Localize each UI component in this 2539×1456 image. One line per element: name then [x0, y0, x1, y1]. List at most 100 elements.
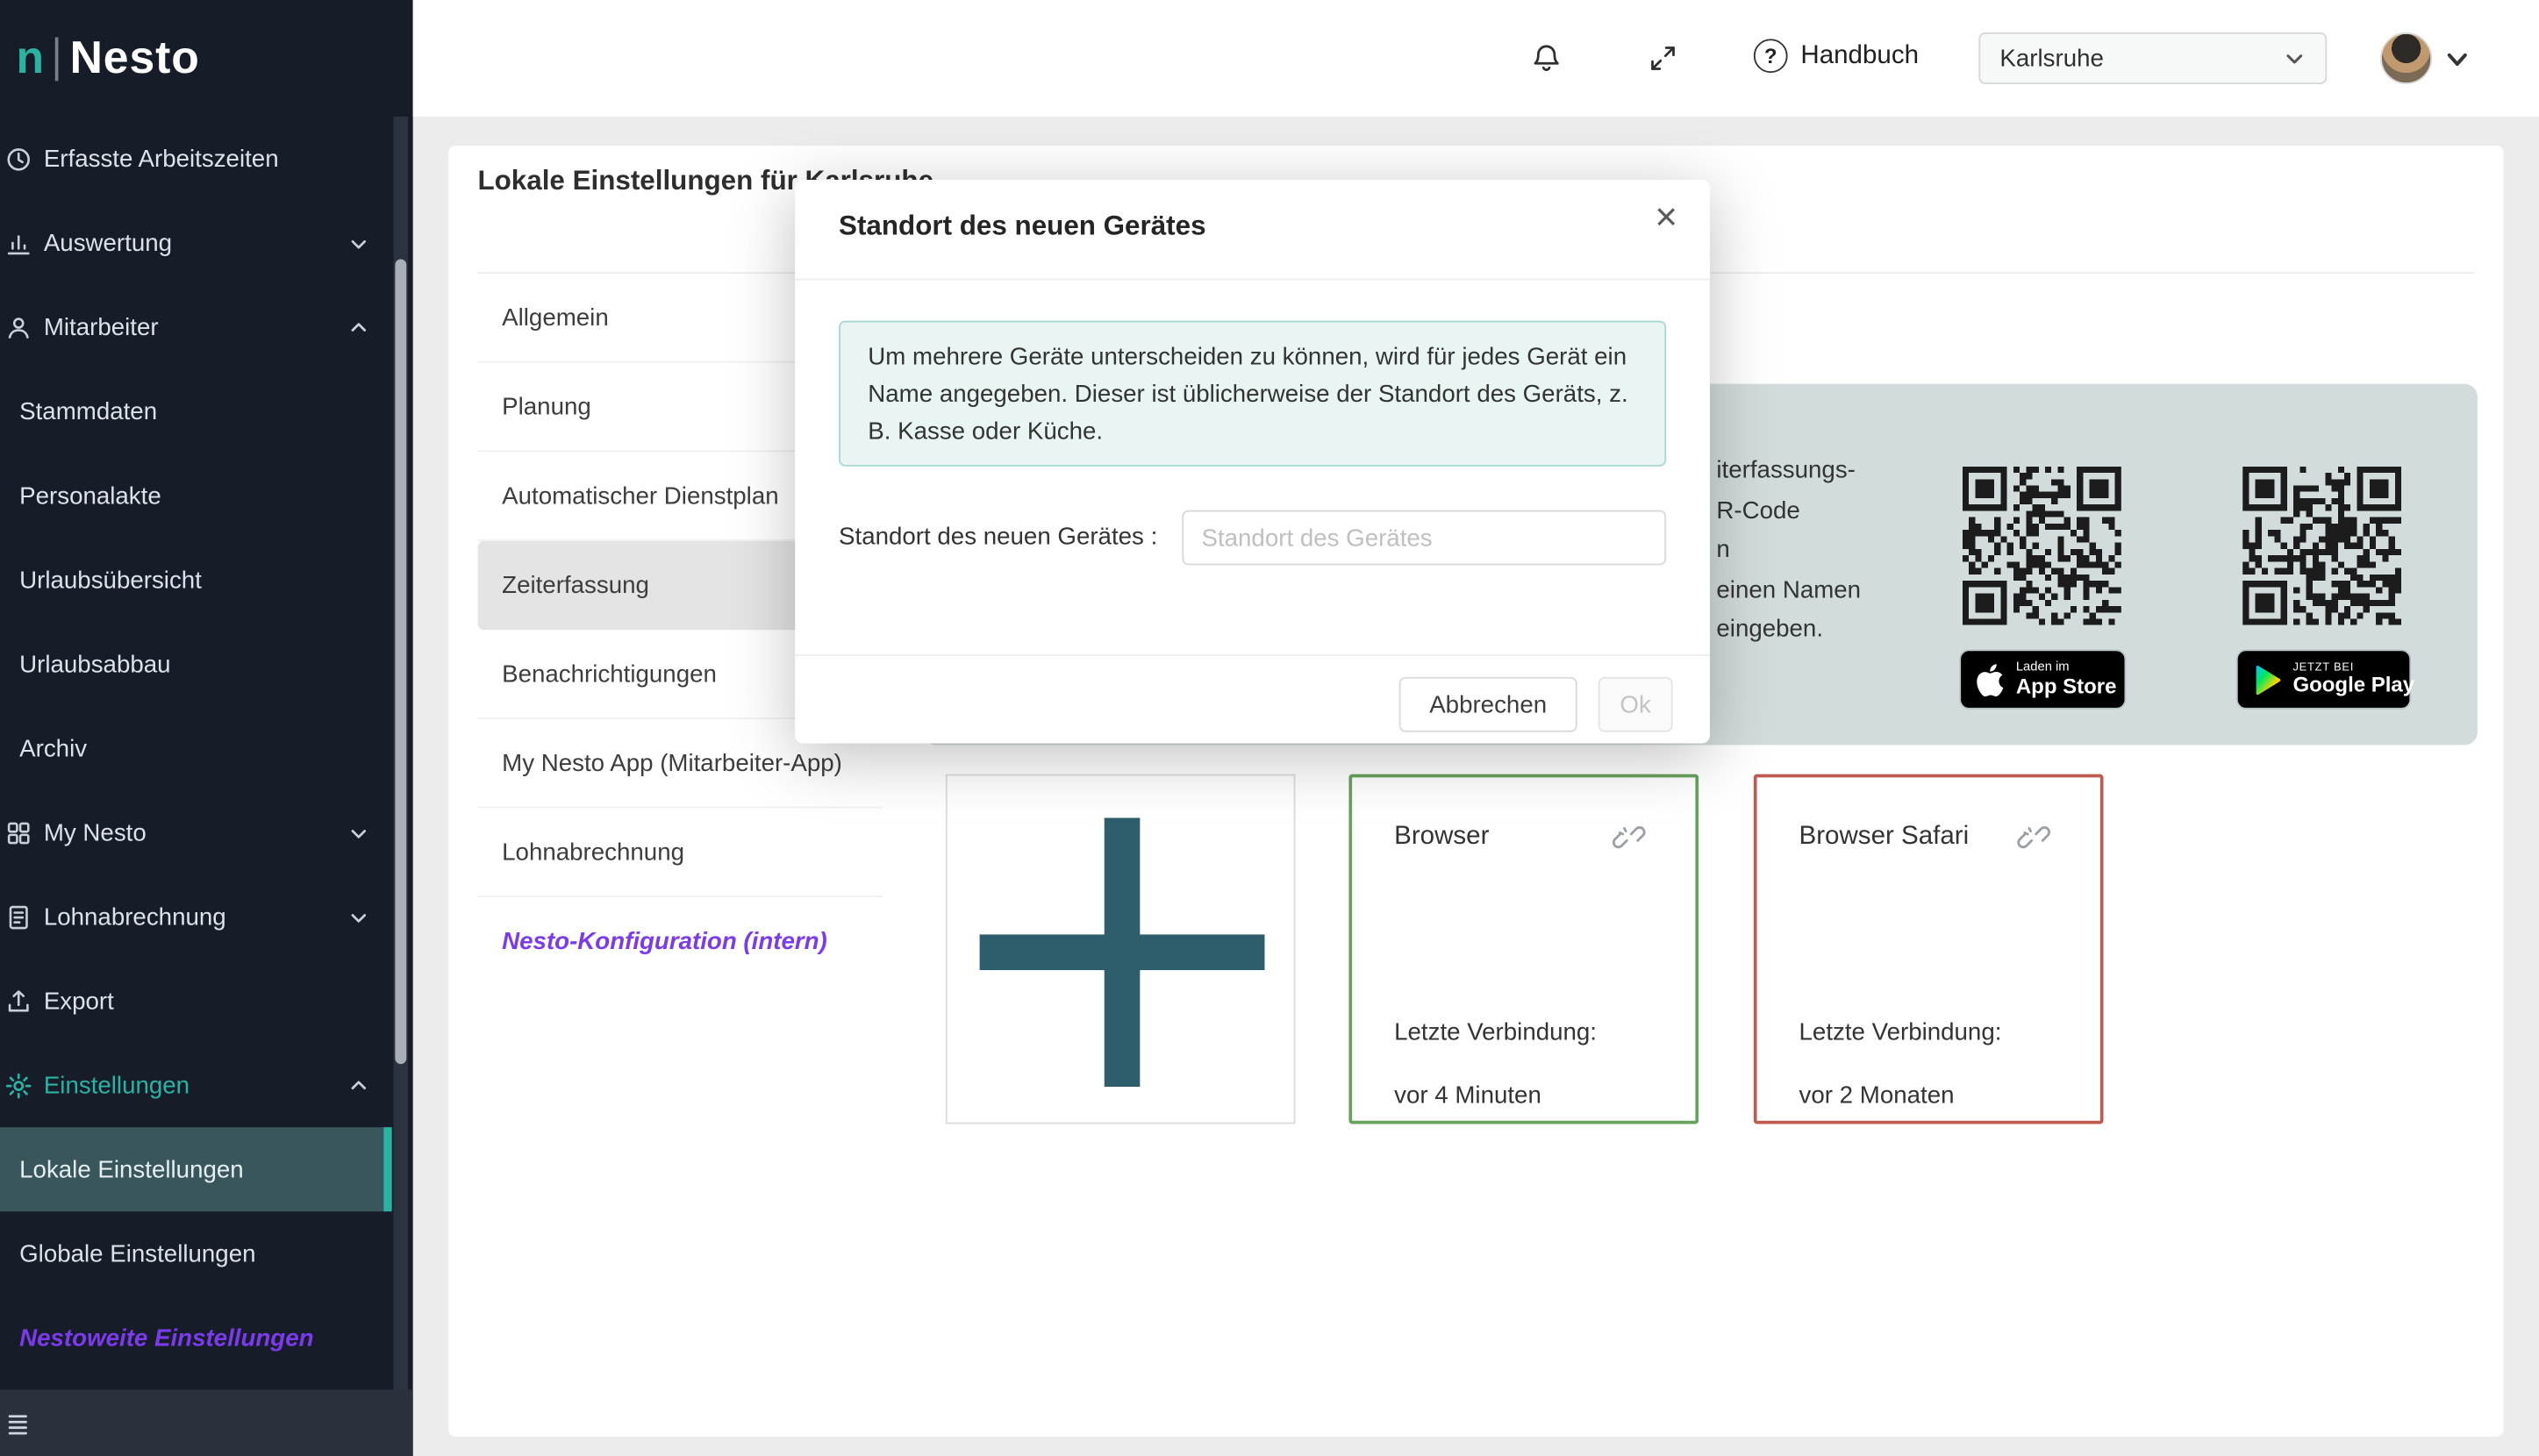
topbar: ? Handbuch Karlsruhe: [413, 0, 2539, 117]
qr-panel-text-line: iterfassungs-: [1716, 452, 1861, 491]
sidebar-item-label: Erfasste Arbeitszeiten: [44, 145, 369, 172]
sidebar-scrollbar[interactable]: [393, 117, 408, 1391]
google-play-icon: [2250, 663, 2283, 696]
brand-logo-n: n: [16, 32, 44, 84]
qr-panel-text-line: R-Code: [1716, 491, 1861, 531]
tab-label: Nesto-Konfiguration (intern): [502, 928, 827, 955]
bell-icon[interactable]: [1530, 42, 1563, 75]
fullscreen-icon[interactable]: [1647, 42, 1679, 75]
dialog-info-box: Um mehrere Geräte unterscheiden zu könne…: [839, 321, 1666, 467]
sidebar-item-erfasste-arbeitszeiten[interactable]: Erfasste Arbeitszeiten: [0, 117, 392, 201]
location-select[interactable]: Karlsruhe: [1978, 32, 2327, 84]
sidebar-item-label: Urlaubsabbau: [19, 650, 369, 677]
grid-icon: [5, 818, 32, 846]
sidebar-item-globale-einstellungen[interactable]: Globale Einstellungen: [0, 1211, 392, 1295]
person-icon: [5, 313, 32, 340]
sidebar-item-label: My Nesto: [44, 818, 337, 846]
sidebar-item-einstellungen[interactable]: Einstellungen: [0, 1043, 392, 1127]
brand-logo-separator: [55, 37, 59, 81]
sidebar-scrollbar-thumb[interactable]: [395, 259, 406, 1064]
chevron-up-icon: [348, 317, 369, 338]
add-device-card[interactable]: [946, 774, 1296, 1124]
sidebar-item-label: Urlaubsübersicht: [19, 566, 369, 593]
sidebar-item-label: Auswertung: [44, 229, 337, 256]
close-icon[interactable]: ×: [1655, 199, 1677, 238]
sidebar-item-my-nesto[interactable]: My Nesto: [0, 790, 392, 874]
chevron-down-icon[interactable]: [2443, 46, 2471, 73]
last-connection-value: vor 2 Monaten: [1799, 1081, 1955, 1109]
sidebar-item-auswertung[interactable]: Auswertung: [0, 201, 392, 285]
new-device-location-dialog: Standort des neuen Gerätes × Um mehrere …: [795, 180, 1710, 744]
unlink-icon: [2016, 819, 2052, 855]
last-connection-value: vor 4 Minuten: [1394, 1081, 1541, 1109]
last-connection-label: Letzte Verbindung:: [1394, 1018, 1597, 1046]
device-card-browser[interactable]: Browser Letzte Verbindung: vor 4 Minuten: [1348, 774, 1699, 1124]
list-icon[interactable]: [5, 1409, 34, 1438]
sidebar-item-archiv[interactable]: Archiv: [0, 706, 392, 790]
chevron-up-icon: [348, 1074, 369, 1096]
sidebar-item-urlaubsabbau[interactable]: Urlaubsabbau: [0, 622, 392, 706]
sidebar-footer: [0, 1389, 413, 1456]
device-location-field-label: Standort des neuen Gerätes :: [839, 523, 1157, 550]
handbuch-label: Handbuch: [1800, 41, 1919, 70]
sidebar-item-label: Stammdaten: [19, 397, 369, 425]
bar-chart-icon: [5, 229, 32, 256]
tab-lohnabrechnung[interactable]: Lohnabrechnung: [477, 808, 882, 897]
last-connection-label: Letzte Verbindung:: [1799, 1018, 2002, 1046]
tab-label: Lohnabrechnung: [502, 839, 684, 866]
sidebar-item-label: Lohnabrechnung: [44, 903, 337, 930]
sidebar-item-mitarbeiter[interactable]: Mitarbeiter: [0, 285, 392, 369]
sidebar-item-label: Globale Einstellungen: [19, 1239, 369, 1267]
device-name: Browser Safari: [1799, 823, 1970, 852]
tab-label: My Nesto App (Mitarbeiter-App): [502, 749, 842, 776]
chevron-down-icon: [348, 906, 369, 927]
sidebar-item-lohnabrechnung[interactable]: Lohnabrechnung: [0, 874, 392, 959]
app: n Nesto Erfasste Arbeitszeiten Auswertun…: [0, 0, 2539, 1456]
qr-panel-text-line: einen Namen: [1716, 571, 1861, 610]
sidebar-item-label: Archiv: [19, 734, 369, 761]
tab-label: Automatischer Dienstplan: [502, 482, 778, 509]
qr-code-appstore: [1963, 467, 2121, 625]
tab-nesto-konfiguration-intern[interactable]: Nesto-Konfiguration (intern): [477, 897, 882, 987]
divider: [795, 654, 1710, 656]
brand-logo-name: Nesto: [70, 32, 200, 84]
sidebar: n Nesto Erfasste Arbeitszeiten Auswertun…: [0, 0, 413, 1456]
brand-logo[interactable]: n Nesto: [0, 0, 413, 117]
help-icon: ?: [1754, 39, 1788, 73]
tab-label: Zeiterfassung: [502, 571, 649, 598]
sidebar-item-label: Export: [44, 987, 369, 1014]
appstore-badge-bottom: App Store: [2016, 675, 2117, 698]
tab-label: Planung: [502, 393, 591, 420]
sidebar-item-label: Mitarbeiter: [44, 313, 337, 340]
googleplay-badge[interactable]: JETZT BEI Google Play: [2236, 649, 2411, 709]
sidebar-item-nestoweite-einstellungen[interactable]: Nestoweite Einstellungen: [0, 1295, 392, 1380]
device-location-input[interactable]: [1182, 510, 1666, 566]
sidebar-item-label: Lokale Einstellungen: [19, 1155, 369, 1182]
apple-icon: [1974, 663, 2006, 696]
sidebar-item-personalakte[interactable]: Personalakte: [0, 453, 392, 538]
divider: [795, 279, 1710, 281]
unlink-icon: [1611, 819, 1647, 855]
clock-icon: [5, 145, 32, 172]
qr-panel-text-line: eingeben.: [1716, 610, 1861, 650]
ok-button[interactable]: Ok: [1598, 677, 1673, 732]
handbuch-link[interactable]: ? Handbuch: [1754, 39, 1919, 73]
qr-panel-text: iterfassungs- R-Code n einen Namen einge…: [1716, 452, 1861, 650]
appstore-badge-top: Laden im: [2016, 660, 2117, 674]
user-avatar[interactable]: [2380, 32, 2432, 84]
device-card-browser-safari[interactable]: Browser Safari Letzte Verbindung: vor 2 …: [1754, 774, 2104, 1124]
device-name: Browser: [1394, 823, 1489, 852]
gear-icon: [5, 1071, 32, 1098]
qr-panel-text-line: n: [1716, 532, 1861, 571]
cancel-button[interactable]: Abbrechen: [1399, 677, 1577, 732]
sidebar-item-urlaubsuebersicht[interactable]: Urlaubsübersicht: [0, 538, 392, 622]
sidebar-item-lokale-einstellungen[interactable]: Lokale Einstellungen: [0, 1127, 392, 1211]
export-icon: [5, 987, 32, 1014]
sidebar-item-export[interactable]: Export: [0, 959, 392, 1043]
appstore-badge[interactable]: Laden im App Store: [1959, 649, 2126, 709]
document-icon: [5, 903, 32, 930]
sidebar-item-stammdaten[interactable]: Stammdaten: [0, 369, 392, 453]
qr-code-googleplay: [2242, 467, 2401, 625]
chevron-down-icon: [348, 232, 369, 253]
chevron-down-icon: [348, 822, 369, 843]
